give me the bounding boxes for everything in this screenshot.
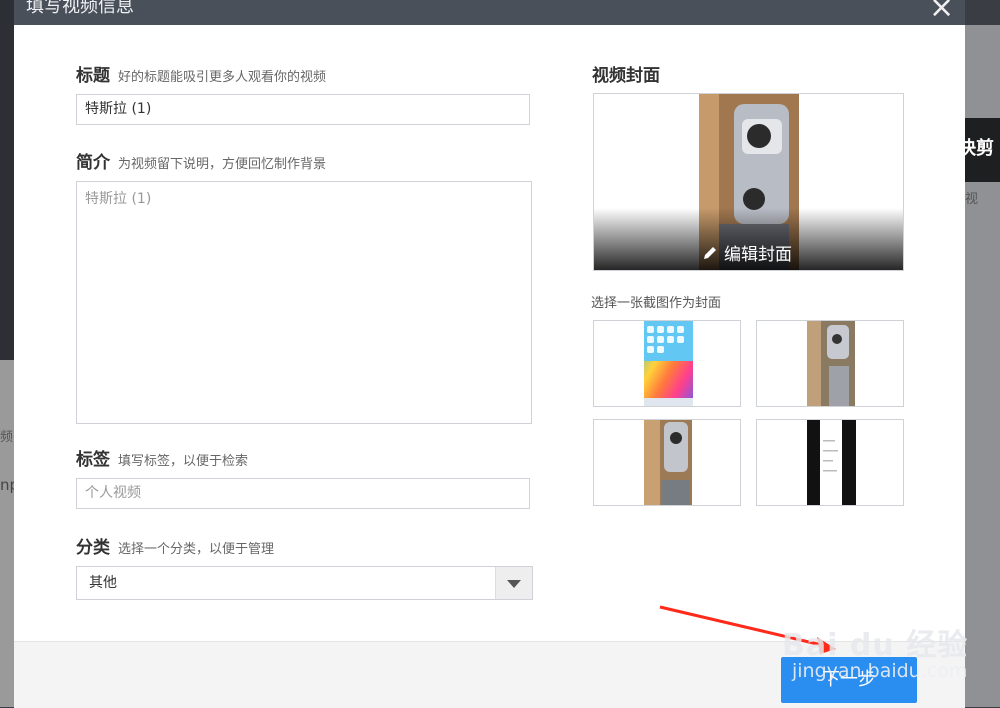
background-left-lower-panel	[0, 360, 14, 707]
video-info-dialog: 填写视频信息 × 标题 好的标题能吸引更多人观看你的视频 特斯拉 (1) 简介 …	[14, 0, 967, 708]
annotation-arrow	[659, 605, 836, 654]
background-right-text-2: 视	[964, 192, 978, 207]
background-left-text: 频	[0, 430, 14, 445]
